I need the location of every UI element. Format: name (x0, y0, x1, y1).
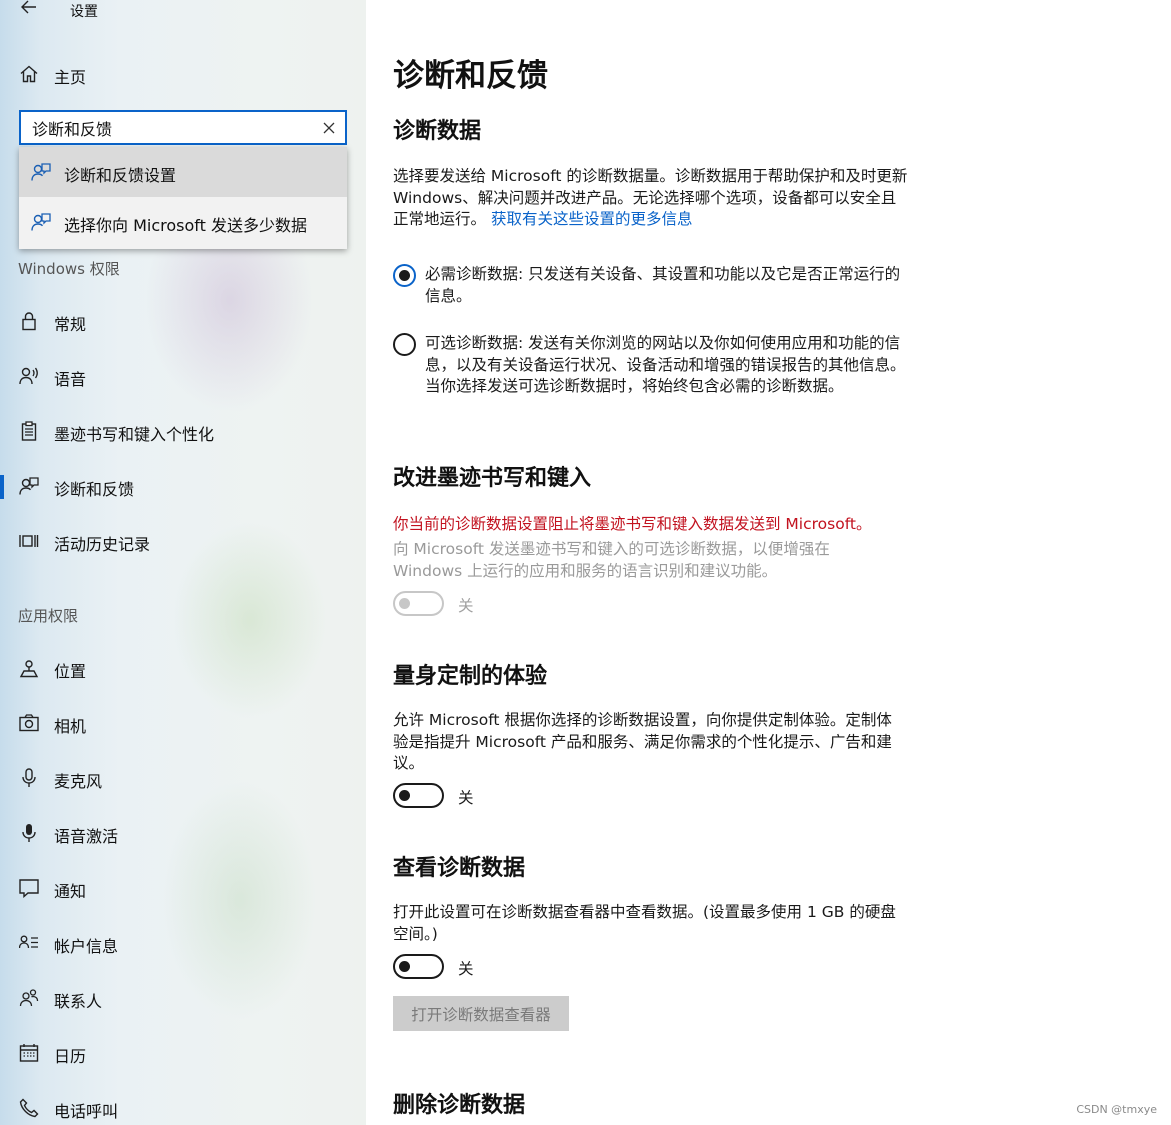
camera-icon (19, 713, 39, 733)
suggestion-send-data-amount[interactable]: 选择你向 Microsoft 发送多少数据 (19, 197, 347, 247)
clipboard-icon (19, 421, 39, 441)
watermark: CSDN @tmxye (1076, 1103, 1157, 1116)
nav-home-label: 主页 (54, 68, 87, 87)
sidebar-item-label: 语音激活 (54, 827, 119, 846)
lock-icon (19, 311, 39, 331)
home-icon (19, 64, 39, 84)
view-toggle-label: 关 (458, 960, 474, 978)
inking-description: 向 Microsoft 发送墨迹书写和键入的可选诊断数据，以便增强在 Windo… (393, 540, 830, 580)
windows-permissions-header: Windows 权限 (18, 260, 120, 278)
radio-button[interactable] (393, 333, 416, 356)
sidebar-item-label: 语音 (54, 370, 87, 389)
sidebar-item-label: 通知 (54, 882, 87, 901)
inking-toggle-row[interactable]: 关 (393, 591, 593, 617)
sidebar-item-contacts[interactable]: 联系人 (0, 978, 366, 1018)
sidebar-item-microphone[interactable]: 麦克风 (0, 758, 366, 798)
delete-diagnostic-data-heading: 删除诊断数据 (393, 1093, 526, 1118)
tailored-toggle-row[interactable]: 关 (393, 783, 593, 809)
sidebar-item-label: 联系人 (54, 992, 103, 1011)
sidebar-item-label: 常规 (54, 315, 87, 334)
sidebar-item-general[interactable]: 常规 (0, 301, 366, 341)
sidebar-item-diagnostics-feedback[interactable]: 诊断和反馈 (0, 466, 366, 506)
sidebar-item-label: 麦克风 (54, 772, 103, 791)
radio-button-checked[interactable] (393, 264, 416, 287)
back-arrow-icon[interactable] (18, 0, 40, 18)
sidebar-item-label: 位置 (54, 662, 87, 681)
selected-indicator (0, 475, 4, 499)
view-toggle-row[interactable]: 关 (393, 954, 593, 980)
activity-icon (19, 531, 39, 551)
sidebar-item-label: 诊断和反馈 (54, 480, 135, 499)
microphone-icon (19, 768, 39, 788)
radio-required-label: 必需诊断数据: 只发送有关设备、其设置和功能以及它是否正常运行的信息。 (425, 265, 901, 305)
sidebar-item-label: 活动历史记录 (54, 535, 151, 554)
phone-icon (19, 1098, 39, 1118)
search-input[interactable] (32, 118, 312, 137)
contacts-icon (19, 988, 39, 1008)
view-diagnostic-description: 打开此设置可在诊断数据查看器中查看数据。(设置最多使用 1 GB 的硬盘空间。) (393, 903, 896, 943)
account-info-icon (19, 933, 39, 953)
speech-icon (19, 366, 39, 386)
inking-typing-heading: 改进墨迹书写和键入 (393, 466, 592, 491)
nav-home[interactable]: 主页 (0, 56, 366, 92)
location-icon (19, 658, 39, 678)
sidebar-item-inking-typing[interactable]: 墨迹书写和键入个性化 (0, 411, 366, 451)
calendar-icon (19, 1043, 39, 1063)
sidebar-item-label: 帐户信息 (54, 937, 119, 956)
app-permissions-header: 应用权限 (18, 607, 79, 625)
diagnostic-data-heading: 诊断数据 (393, 119, 482, 144)
sidebar-item-voice-activation[interactable]: 语音激活 (0, 813, 366, 853)
sidebar-item-location[interactable]: 位置 (0, 648, 366, 688)
feedback-icon (31, 162, 51, 182)
suggestion-diagnostics-settings[interactable]: 诊断和反馈设置 (19, 147, 347, 197)
tailored-toggle-switch[interactable] (393, 783, 444, 808)
inking-toggle-label: 关 (458, 597, 474, 615)
close-icon[interactable] (322, 121, 336, 135)
sidebar-item-phone-calls[interactable]: 电话呼叫 (0, 1088, 366, 1125)
sidebar: 设置 主页 Windows 权限 常规 语音 墨迹书写和键入个性化 (0, 0, 366, 1125)
sidebar-item-speech[interactable]: 语音 (0, 356, 366, 396)
view-diagnostic-data-heading: 查看诊断数据 (393, 856, 526, 881)
sidebar-item-label: 电话呼叫 (54, 1102, 119, 1121)
feedback-icon (19, 476, 39, 496)
inking-toggle-switch[interactable] (393, 591, 444, 616)
sidebar-item-calendar[interactable]: 日历 (0, 1033, 366, 1073)
learn-more-link[interactable]: 获取有关这些设置的更多信息 (491, 210, 693, 228)
main-content: 诊断和反馈 诊断数据 选择要发送给 Microsoft 的诊断数据量。诊断数据用… (366, 0, 1171, 1125)
open-diagnostic-viewer-button[interactable]: 打开诊断数据查看器 (393, 996, 569, 1031)
sidebar-item-label: 相机 (54, 717, 87, 736)
page-title: 诊断和反馈 (393, 58, 548, 94)
title-bar: 设置 (0, 0, 366, 24)
inking-warning-text: 你当前的诊断数据设置阻止将墨迹书写和键入数据发送到 Microsoft。 (393, 515, 872, 533)
suggestion-label: 选择你向 Microsoft 发送多少数据 (64, 216, 307, 235)
sidebar-item-account-info[interactable]: 帐户信息 (0, 923, 366, 963)
voice-activation-icon (19, 823, 39, 843)
feedback-icon (31, 212, 51, 232)
sidebar-item-camera[interactable]: 相机 (0, 703, 366, 743)
app-title: 设置 (70, 4, 98, 20)
sidebar-item-label: 日历 (54, 1047, 87, 1066)
search-suggestions: 诊断和反馈设置 选择你向 Microsoft 发送多少数据 (19, 147, 347, 249)
diagnostic-data-description: 选择要发送给 Microsoft 的诊断数据量。诊断数据用于帮助保护和及时更新 … (393, 166, 908, 231)
sidebar-item-label: 墨迹书写和键入个性化 (54, 425, 215, 444)
sidebar-item-notifications[interactable]: 通知 (0, 868, 366, 908)
view-toggle-switch[interactable] (393, 954, 444, 979)
suggestion-label: 诊断和反馈设置 (64, 166, 177, 185)
tailored-description: 允许 Microsoft 根据你选择的诊断数据设置，向你提供定制体验。定制体验是… (393, 711, 892, 772)
search-box[interactable] (19, 110, 347, 145)
sidebar-item-activity-history[interactable]: 活动历史记录 (0, 521, 366, 561)
tailored-experiences-heading: 量身定制的体验 (393, 664, 548, 689)
notification-icon (19, 878, 39, 898)
radio-optional-label: 可选诊断数据: 发送有关你浏览的网站以及你如何使用应用和功能的信息，以及有关设备… (425, 334, 906, 395)
tailored-toggle-label: 关 (458, 789, 474, 807)
